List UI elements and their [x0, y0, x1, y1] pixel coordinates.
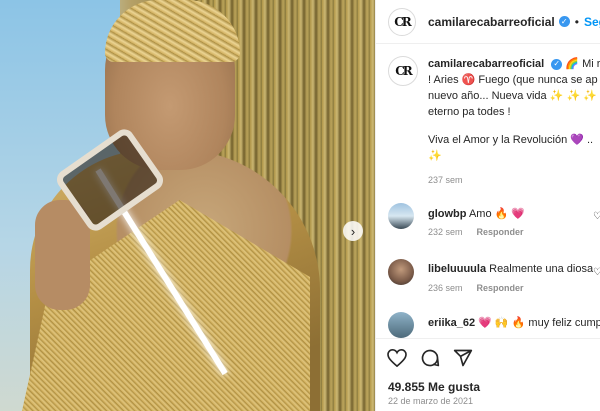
- caption-avatar[interactable]: CR: [388, 56, 418, 86]
- comment-time: 232 sem: [428, 227, 463, 237]
- comment-item: glowbp Amo 🔥 💗 232 sem Responder ♡: [388, 203, 600, 243]
- commenter-avatar[interactable]: [388, 203, 414, 229]
- commenter-username[interactable]: glowbp: [428, 208, 467, 220]
- caption-line: Viva el Amor y la Revolución 💜 ..: [428, 134, 594, 146]
- commenter-avatar[interactable]: [388, 259, 414, 285]
- verified-badge-icon: ✓: [551, 58, 563, 70]
- next-photo-button[interactable]: ›: [343, 221, 363, 241]
- cr-logo-icon: CR: [394, 14, 411, 29]
- like-count[interactable]: 49.855 Me gusta: [388, 380, 480, 394]
- reply-button[interactable]: Responder: [477, 227, 524, 237]
- caption-line: nuevo año... Nueva vida ✨ ✨ ✨: [428, 90, 597, 102]
- chevron-right-icon: ›: [350, 223, 356, 239]
- action-bar: [376, 338, 600, 378]
- heart-icon[interactable]: [386, 347, 408, 369]
- caption-time: 237 sem: [428, 175, 463, 185]
- comment-like-icon[interactable]: ♡: [593, 211, 600, 222]
- post-header: CR camilarecabarreoficial ✓ • Segu: [376, 0, 600, 44]
- caption-line: eterno pa todes !: [428, 106, 511, 118]
- caption-emoji: 🌈: [565, 58, 580, 70]
- commenter-username[interactable]: eriika_62: [428, 317, 475, 329]
- caption-username[interactable]: camilarecabarreoficial: [428, 58, 544, 70]
- share-icon[interactable]: [452, 347, 474, 369]
- post-date: 22 de marzo de 2021: [388, 396, 474, 406]
- comment-text: Amo 🔥 💗: [466, 208, 526, 220]
- caption-line: ✨: [428, 150, 442, 162]
- post-side-panel: CR camilarecabarreoficial ✓ • Segu CR ca…: [375, 0, 600, 411]
- caption-text-start: Mi r: [579, 58, 600, 70]
- comment-like-icon[interactable]: ♡: [593, 267, 600, 278]
- cr-logo-icon: CR: [395, 64, 412, 78]
- author-username[interactable]: camilarecabarreoficial: [428, 15, 555, 29]
- comment-text: Realmente una diosa: [486, 263, 594, 275]
- post-photo[interactable]: ›: [0, 0, 375, 411]
- comment-item: libeluuuula Realmente una diosa 236 sem R…: [388, 259, 600, 299]
- comment-icon[interactable]: [419, 347, 441, 369]
- comment-time: 236 sem: [428, 283, 463, 293]
- comment-text: 💗 🙌 🔥 muy feliz cump: [475, 317, 600, 329]
- verified-badge-icon: ✓: [558, 16, 570, 27]
- commenter-username[interactable]: libeluuuula: [428, 263, 486, 275]
- follow-button[interactable]: Segu: [584, 15, 600, 29]
- header-separator: •: [574, 14, 579, 29]
- reply-button[interactable]: Responder: [477, 283, 524, 293]
- author-avatar[interactable]: CR: [388, 7, 416, 36]
- caption-line: ! Aries ♈ Fuego (que nunca se ap: [428, 74, 598, 86]
- commenter-avatar[interactable]: [388, 312, 414, 338]
